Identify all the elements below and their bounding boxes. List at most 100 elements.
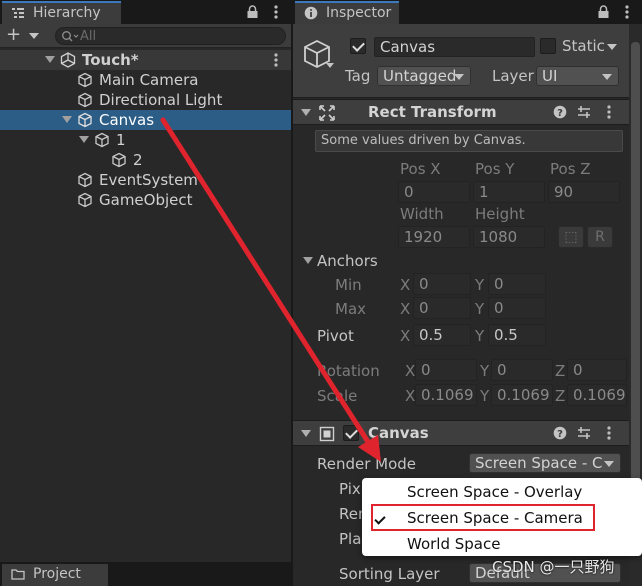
fold-arrow-icon[interactable] (301, 430, 311, 437)
fold-arrow-icon[interactable] (303, 257, 313, 264)
kebab-menu-icon[interactable] (625, 5, 629, 19)
tree-item-canvas[interactable]: Canvas (0, 110, 291, 130)
kebab-menu-icon[interactable] (607, 105, 611, 119)
y-label: Y (480, 362, 490, 380)
kebab-menu-icon[interactable] (274, 5, 278, 19)
annotation-highlight-box (371, 504, 595, 531)
unity-scene-icon (60, 52, 76, 68)
tree-item-1[interactable]: 1 (0, 130, 291, 150)
popup-item-screen-space-overlay[interactable]: Screen Space - Overlay (362, 479, 642, 505)
tab-hierarchy[interactable]: Hierarchy (2, 1, 121, 24)
tab-inspector[interactable]: Inspector (295, 1, 399, 24)
rotation-z-field[interactable]: 0 (567, 359, 627, 381)
y-label: Y (475, 327, 485, 345)
anchor-min-x-field[interactable]: 0 (413, 273, 471, 295)
width-field[interactable]: 1920 (398, 226, 470, 248)
active-checkbox[interactable] (350, 38, 366, 54)
static-dropdown-icon[interactable] (607, 44, 617, 50)
tree-item-eventsystem[interactable]: EventSystem (0, 170, 291, 190)
tree-item-directional-light[interactable]: Directional Light (0, 90, 291, 110)
driven-info-box: Some values driven by Canvas. (315, 130, 623, 152)
canvas-enabled-checkbox[interactable] (343, 425, 359, 441)
scale-label: Scale (317, 387, 358, 405)
sorting-layer-label: Sorting Layer (339, 565, 440, 583)
anchor-min-y-field[interactable]: 0 (488, 273, 546, 295)
fold-arrow-icon[interactable] (62, 116, 72, 123)
help-icon[interactable]: ? (553, 105, 567, 119)
pos-y-field[interactable]: 1 (473, 181, 545, 203)
svg-text:?: ? (557, 429, 563, 440)
popup-item-world-space[interactable]: World Space (362, 531, 642, 557)
anchor-min-label: Min (335, 276, 362, 294)
canvas-component-header[interactable]: Canvas ? (293, 420, 629, 446)
y-label: Y (475, 276, 485, 294)
fold-arrow-icon[interactable] (301, 109, 311, 116)
hierarchy-tab-tools (247, 4, 287, 20)
x-label: X (405, 387, 416, 405)
info-icon (304, 6, 318, 20)
help-icon[interactable]: ? (553, 426, 567, 440)
kebab-menu-icon[interactable] (607, 426, 611, 440)
popup-item-label: World Space (407, 535, 501, 553)
tag-value: Untagged (383, 67, 457, 85)
lock-icon[interactable] (598, 5, 609, 18)
create-dropdown-button[interactable]: + (6, 26, 42, 46)
fold-arrow-icon[interactable] (79, 136, 89, 143)
pos-x-field[interactable]: 0 (398, 181, 470, 203)
scale-x-field[interactable]: 0.1069 (415, 384, 477, 406)
anchor-max-y-field[interactable]: 0 (488, 297, 546, 319)
pivot-x-field[interactable]: 0.5 (413, 324, 471, 346)
tree-item-label: Main Camera (99, 71, 199, 89)
rotation-label: Rotation (317, 362, 380, 380)
scale-y-field[interactable]: 0.1069 (491, 384, 553, 406)
tab-project[interactable]: Project (2, 564, 108, 586)
lock-icon[interactable] (247, 5, 258, 18)
rect-transform-icon (319, 105, 335, 121)
x-label: X (400, 327, 411, 345)
tree-item-label: 2 (133, 151, 143, 169)
gameobject-cube-icon (95, 132, 109, 148)
z-label: Z (555, 362, 566, 380)
hierarchy-toolbar: + (0, 24, 291, 48)
fold-arrow-icon[interactable] (45, 56, 55, 63)
rect-transform-header[interactable]: Rect Transform ? (293, 99, 629, 125)
tree-item-label: EventSystem (99, 171, 198, 189)
anchor-max-x-field[interactable]: 0 (413, 297, 471, 319)
scene-row-touch[interactable]: Touch* (0, 50, 291, 70)
raw-edit-button[interactable]: R (587, 226, 613, 248)
static-checkbox[interactable] (540, 38, 556, 54)
tag-label: Tag (345, 67, 371, 85)
rotation-x-field[interactable]: 0 (415, 359, 477, 381)
scale-z-field[interactable]: 0.1069 (567, 384, 627, 406)
kebab-menu-icon[interactable] (274, 53, 278, 67)
gameobject-cube-icon (78, 112, 92, 128)
chevron-down-icon (602, 74, 612, 80)
tree-item-2[interactable]: 2 (0, 150, 291, 170)
presets-icon[interactable] (577, 426, 591, 440)
pivot-label: Pivot (317, 327, 354, 345)
width-label: Width (400, 205, 444, 223)
hierarchy-search[interactable] (55, 27, 286, 45)
presets-icon[interactable] (577, 105, 591, 119)
pos-x-label: Pos X (400, 160, 441, 178)
pivot-y-field[interactable]: 0.5 (488, 324, 546, 346)
tab-hierarchy-label: Hierarchy (33, 5, 101, 21)
scrollbar-thumb[interactable] (631, 42, 640, 538)
rotation-y-field[interactable]: 0 (491, 359, 553, 381)
height-field[interactable]: 1080 (473, 226, 545, 248)
blueprint-mode-button[interactable]: ⬚ (558, 226, 584, 248)
render-mode-dropdown[interactable]: Screen Space - C (469, 453, 621, 473)
x-label: X (400, 276, 411, 294)
x-label: X (400, 300, 411, 318)
tree-item-gameobject[interactable]: GameObject (0, 190, 291, 210)
chevron-down-icon[interactable] (326, 63, 334, 68)
layer-dropdown[interactable]: UI (536, 66, 619, 86)
chevron-down-icon (29, 33, 39, 39)
object-name-field[interactable]: Canvas (374, 37, 535, 57)
y-label: Y (475, 300, 485, 318)
search-input[interactable] (80, 28, 280, 44)
tag-dropdown[interactable]: Untagged (377, 66, 471, 86)
anchors-label[interactable]: Anchors (317, 252, 378, 270)
tree-item-main-camera[interactable]: Main Camera (0, 70, 291, 90)
pos-z-field[interactable]: 90 (548, 181, 620, 203)
